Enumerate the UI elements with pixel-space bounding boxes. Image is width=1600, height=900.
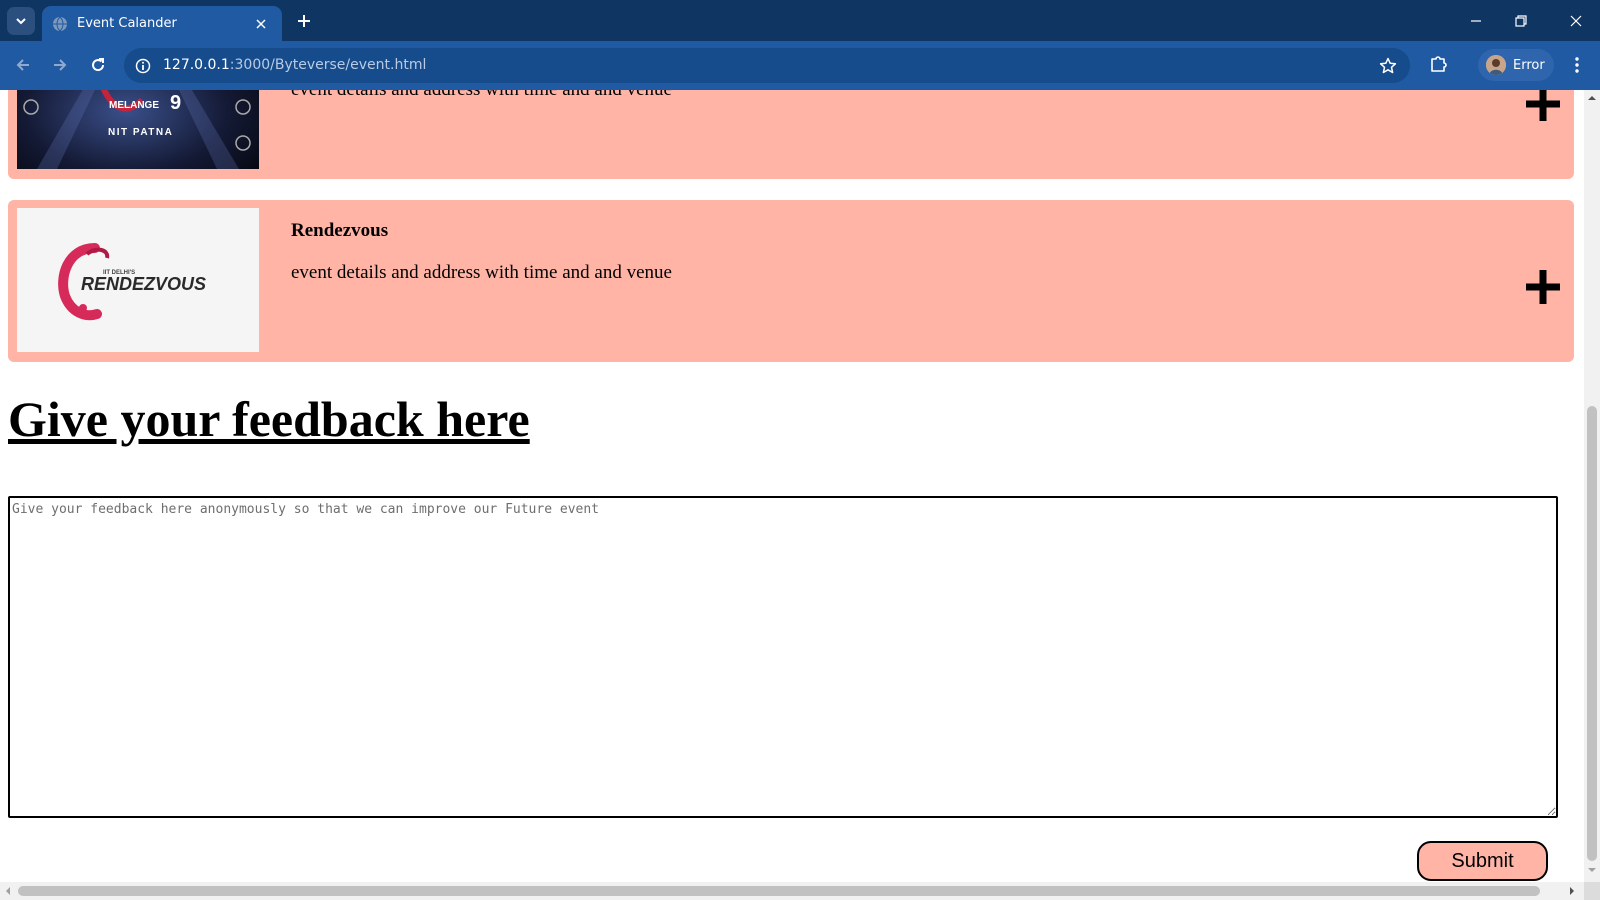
arrow-left-icon — [16, 59, 29, 71]
event-logo-text: RENDEZVOUS — [81, 274, 206, 294]
profile-button[interactable]: Error — [1478, 49, 1554, 81]
puzzle-icon — [1431, 56, 1447, 72]
event-details: event details and address with time and … — [291, 262, 672, 283]
page-viewport: MELANGE 9 NIT PATNA event details and ad… — [0, 90, 1584, 882]
scroll-right-arrow-icon[interactable] — [1568, 887, 1576, 895]
site-info-button[interactable] — [133, 56, 153, 76]
url-path: :3000/Byteverse/event.html — [229, 57, 427, 73]
scrollbar-corner — [1584, 882, 1600, 900]
expand-plus-icon[interactable] — [1524, 90, 1562, 123]
reload-icon — [92, 58, 105, 72]
event-name: Rendezvous — [291, 220, 389, 241]
event-image: IIT DELHI'S RENDEZVOUS — [17, 208, 259, 352]
scroll-left-arrow-icon[interactable] — [4, 887, 12, 895]
url-text: 127.0.0.1:3000/Byteverse/event.html — [163, 57, 426, 73]
horizontal-scroll-thumb[interactable] — [18, 886, 1540, 896]
chevron-down-icon — [16, 18, 26, 25]
minimize-button[interactable] — [1465, 10, 1487, 32]
tab-close-button[interactable] — [252, 15, 270, 33]
event-image-caption-2: NIT PATNA — [108, 127, 173, 138]
vertical-scroll-thumb[interactable] — [1587, 406, 1597, 861]
event-card-rendezvous: IIT DELHI'S RENDEZVOUS Rendezvous event … — [8, 200, 1574, 362]
scroll-down-arrow-icon[interactable] — [1588, 866, 1596, 874]
feedback-heading: Give your feedback here — [8, 391, 530, 447]
feedback-textarea[interactable] — [8, 496, 1558, 818]
event-image-badge: 9 — [170, 92, 181, 114]
reload-button[interactable] — [86, 53, 110, 77]
event-details: event details and address with time and … — [291, 90, 672, 101]
minimize-icon — [1471, 20, 1481, 22]
address-bar[interactable]: 127.0.0.1:3000/Byteverse/event.html — [124, 48, 1410, 83]
kebab-menu-icon — [1575, 57, 1579, 73]
url-host: 127.0.0.1 — [163, 57, 230, 73]
close-icon — [1570, 15, 1582, 27]
event-card: MELANGE 9 NIT PATNA event details and ad… — [8, 90, 1574, 179]
event-image: MELANGE 9 NIT PATNA — [17, 90, 259, 169]
tab-search-button[interactable] — [7, 7, 35, 35]
restore-button[interactable] — [1510, 10, 1532, 32]
browser-toolbar: 127.0.0.1:3000/Byteverse/event.html Erro… — [0, 41, 1600, 90]
new-tab-button[interactable] — [294, 11, 314, 31]
close-icon — [256, 18, 266, 29]
plus-icon — [298, 15, 310, 27]
submit-button[interactable]: Submit — [1417, 841, 1548, 881]
back-button[interactable] — [11, 53, 35, 77]
bookmark-button[interactable] — [1378, 56, 1398, 76]
forward-button[interactable] — [48, 53, 72, 77]
tab-title: Event Calander — [77, 16, 177, 31]
vertical-scrollbar[interactable] — [1584, 90, 1600, 882]
restore-icon — [1515, 15, 1527, 27]
star-icon — [1379, 57, 1397, 74]
event-image-caption-1: MELANGE — [109, 100, 159, 111]
extensions-button[interactable] — [1428, 53, 1450, 75]
browser-menu-button[interactable] — [1567, 53, 1587, 77]
info-icon — [135, 58, 151, 74]
horizontal-scrollbar[interactable] — [0, 882, 1584, 900]
profile-label: Error — [1513, 57, 1545, 73]
expand-plus-icon[interactable] — [1524, 268, 1562, 306]
scroll-up-arrow-icon[interactable] — [1588, 94, 1596, 102]
avatar — [1486, 55, 1506, 75]
browser-tab-bar: Event Calander — [0, 0, 1600, 41]
globe-icon — [53, 16, 67, 31]
browser-tab[interactable]: Event Calander — [42, 6, 282, 41]
arrow-right-icon — [54, 59, 67, 71]
close-window-button[interactable] — [1565, 10, 1587, 32]
